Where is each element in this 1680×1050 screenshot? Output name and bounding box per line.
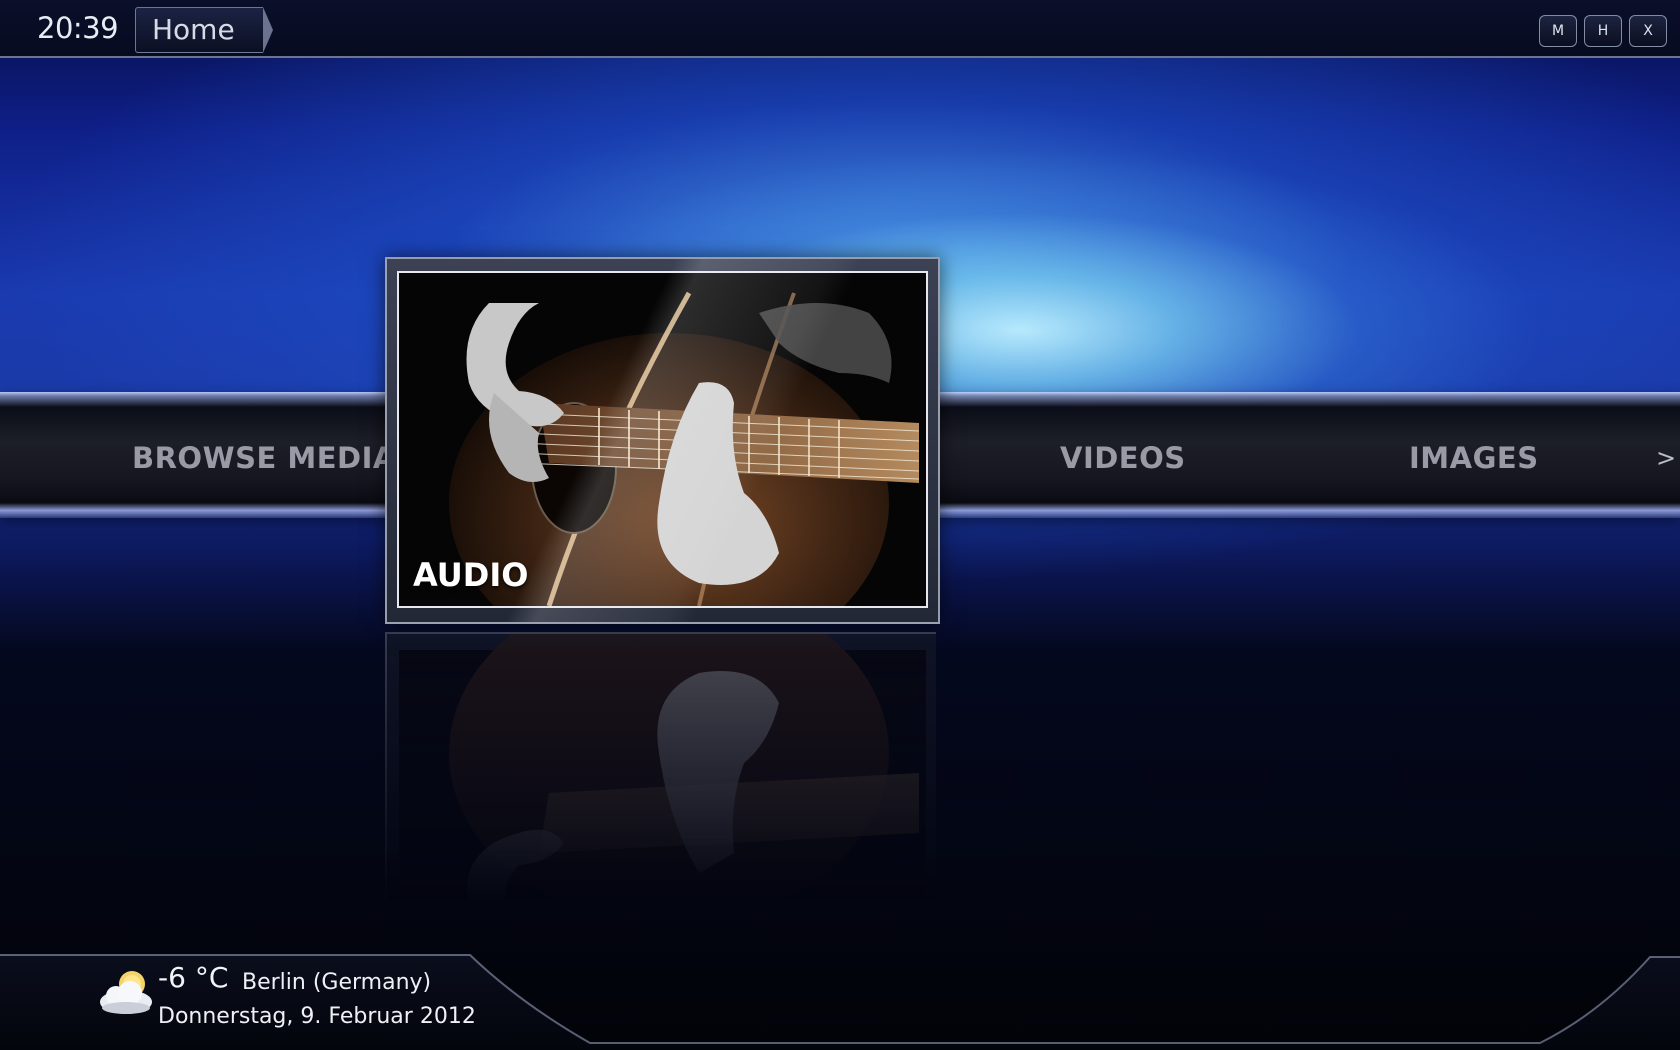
tile-caption-audio: AUDIO — [413, 556, 529, 594]
menu-item-audio-tile[interactable]: AUDIO — [385, 257, 940, 624]
menu-item-browse-media[interactable]: BROWSE MEDIA — [132, 441, 396, 475]
minimize-button[interactable]: M — [1539, 15, 1577, 47]
menu-item-videos[interactable]: VIDEOS — [1060, 441, 1186, 475]
clock: 20:39 — [37, 11, 119, 45]
current-date: Donnerstag, 9. Februar 2012 — [158, 1004, 476, 1029]
reflection-frame — [385, 583, 940, 999]
guitar-reflection-icon — [399, 583, 926, 983]
help-button[interactable]: H — [1584, 15, 1622, 47]
bottom-bar — [0, 954, 1680, 1050]
partly-cloudy-icon — [100, 971, 152, 1014]
tile-reflection — [385, 583, 940, 999]
media-center-home: 20:39 Home M H X BROWSE MEDIA VIDEOS IMA… — [0, 0, 1680, 1050]
close-button[interactable]: X — [1629, 15, 1667, 47]
audio-thumbnail: AUDIO — [397, 271, 928, 608]
weather-location: Berlin (Germany) — [242, 970, 432, 995]
menu-next-arrow-icon[interactable]: > — [1656, 444, 1676, 472]
weather-temperature: -6 °C — [158, 961, 229, 994]
menu-item-images[interactable]: IMAGES — [1409, 441, 1539, 475]
breadcrumb-home[interactable]: Home — [135, 7, 273, 53]
top-bar: 20:39 Home M H X — [0, 0, 1680, 58]
